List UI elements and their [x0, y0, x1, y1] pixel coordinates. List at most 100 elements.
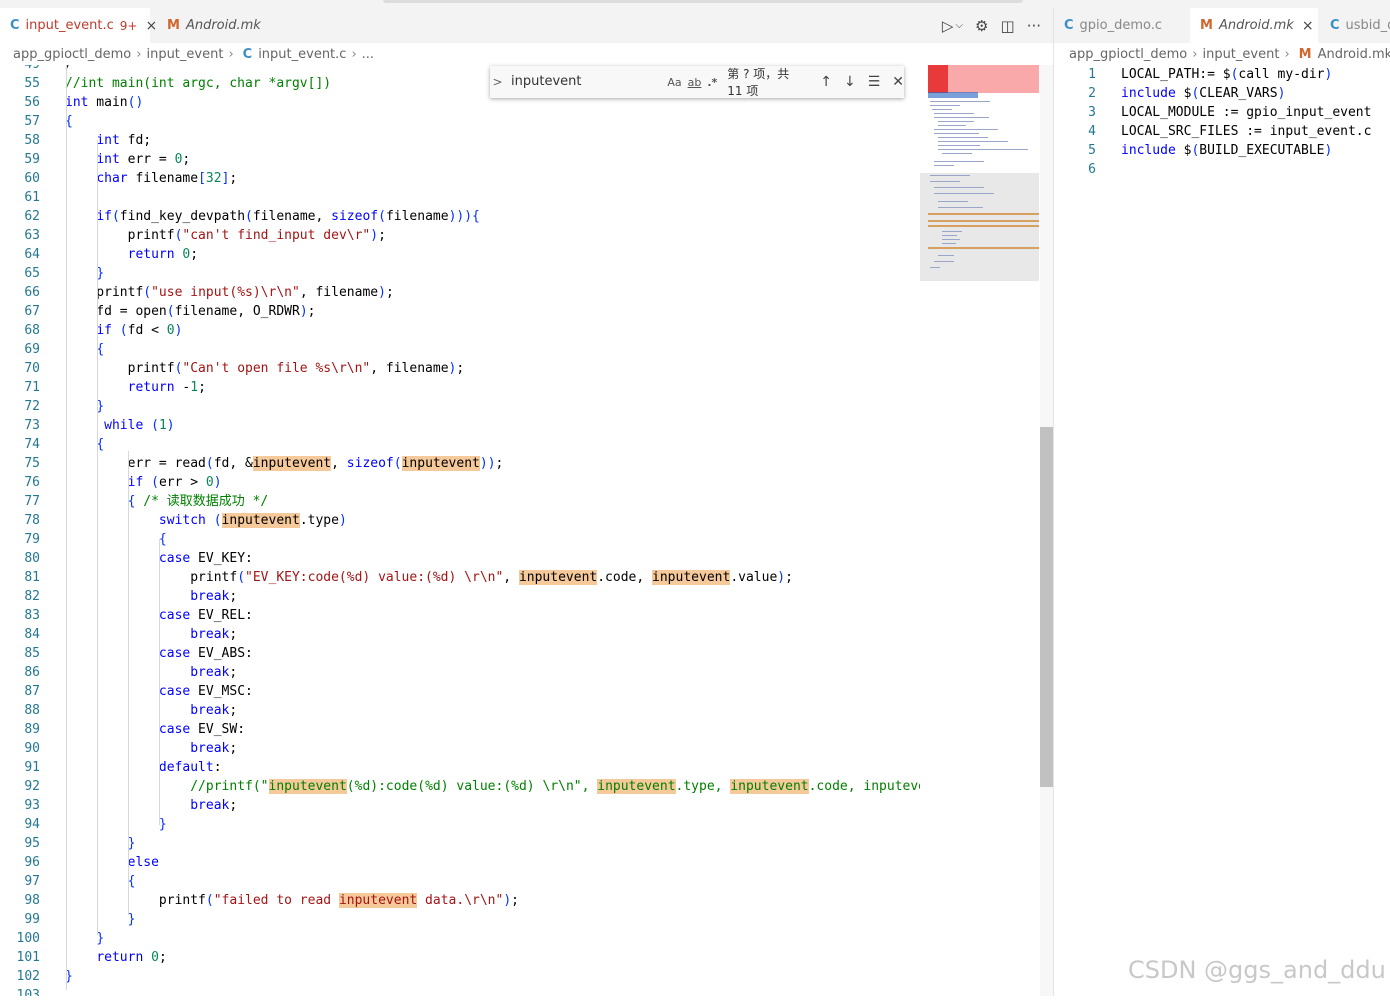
code-text: printf("failed to read inputevent data.\… [65, 893, 519, 908]
close-icon[interactable]: ✕ [892, 74, 904, 90]
breadcrumb-file[interactable]: input_event.c [258, 47, 346, 62]
more-actions-icon[interactable]: ··· [1027, 17, 1041, 35]
left-tab-bar: C input_event.c 9+ × M Android.mk ▷ ⌵ ⚙ … [0, 8, 1053, 43]
tab-android-mk[interactable]: M Android.mk [157, 8, 277, 43]
code-line[interactable]: 1 LOCAL_PATH:= $(call my-dir) [1054, 65, 1390, 84]
code-line[interactable]: 97 { [0, 872, 920, 891]
code-line[interactable]: 4 LOCAL_SRC_FILES := input_event.c [1054, 122, 1390, 141]
code-line[interactable]: 94 } [0, 815, 920, 834]
breadcrumb-folder[interactable]: app_gpioctl_demo [1069, 47, 1187, 62]
code-line[interactable]: 90 break; [0, 739, 920, 758]
code-text: { [96, 437, 105, 452]
breadcrumb-subfolder[interactable]: input_event [1202, 47, 1279, 62]
code-line[interactable]: 69 { [0, 340, 920, 359]
line-number: 75 [24, 456, 40, 471]
code-line[interactable]: 101 return 0; [0, 948, 920, 967]
code-line[interactable]: 103 [0, 986, 920, 996]
code-line[interactable]: 99 } [0, 910, 920, 929]
run-icon[interactable]: ▷ [942, 17, 954, 35]
code-line[interactable]: 82 break; [0, 587, 920, 606]
code-line[interactable]: 100 } [0, 929, 920, 948]
code-line[interactable]: 6 [1054, 160, 1390, 179]
line-number: 56 [24, 95, 40, 110]
code-line[interactable]: 93 break; [0, 796, 920, 815]
code-line[interactable]: 57{ [0, 112, 920, 131]
close-icon[interactable]: × [146, 18, 158, 34]
code-line[interactable]: 60 char filename[32]; [0, 169, 920, 188]
breadcrumb-file[interactable]: Android.mk [1318, 47, 1390, 62]
code-line[interactable]: 77 { /* 读取数据成功 */ [0, 492, 920, 511]
code-line[interactable]: 59 int err = 0; [0, 150, 920, 169]
code-line[interactable]: 3 LOCAL_MODULE := gpio_input_event [1054, 103, 1390, 122]
line-number: 92 [24, 779, 40, 794]
scrollbar-thumb[interactable] [1040, 427, 1053, 787]
code-line[interactable]: 63 printf("can't find_input dev\r"); [0, 226, 920, 245]
code-line[interactable]: 65 } [0, 264, 920, 283]
tab-usbid[interactable]: C usbid_d [1320, 8, 1390, 43]
code-line[interactable]: 74 { [0, 435, 920, 454]
tab-input-event-c[interactable]: C input_event.c 9+ × [0, 8, 157, 43]
code-line[interactable]: 86 break; [0, 663, 920, 682]
code-line[interactable]: 5 include $(BUILD_EXECUTABLE) [1054, 141, 1390, 160]
code-editor-right[interactable]: 1 LOCAL_PATH:= $(call my-dir) 2 include $(C… [1054, 65, 1390, 996]
code-line[interactable]: 87 case EV_MSC: [0, 682, 920, 701]
find-in-selection-icon[interactable]: ☰ [868, 74, 881, 90]
watermark: CSDN @ggs_and_ddu [1128, 956, 1386, 984]
code-line[interactable]: 67 fd = open(filename, O_RDWR); [0, 302, 920, 321]
code-line[interactable]: 98 printf("failed to read inputevent dat… [0, 891, 920, 910]
code-line[interactable]: 72 } [0, 397, 920, 416]
code-line[interactable]: 64 return 0; [0, 245, 920, 264]
code-line[interactable]: 78 switch (inputevent.type) [0, 511, 920, 530]
tab-gpio-demo-c[interactable]: C gpio_demo.c [1054, 8, 1186, 43]
find-input[interactable]: inputevent [511, 71, 661, 93]
code-line[interactable]: 76 if (err > 0) [0, 473, 920, 492]
code-line[interactable]: 83 case EV_REL: [0, 606, 920, 625]
code-line[interactable]: 71 return -1; [0, 378, 920, 397]
minimap[interactable] [920, 65, 1053, 996]
breadcrumb-folder[interactable]: app_gpioctl_demo [13, 47, 131, 62]
previous-match-icon[interactable]: ↑ [820, 74, 832, 90]
code-editor-left[interactable]: 49/55//int main(int argc, char *argv[])5… [0, 65, 920, 996]
code-text: { [96, 342, 105, 357]
gear-icon[interactable]: ⚙ [975, 17, 988, 35]
code-line[interactable]: 84 break; [0, 625, 920, 644]
breadcrumb-symbol[interactable]: ... [362, 47, 374, 62]
code-line[interactable]: 92 //printf("inputevent(%d):code(%d) val… [0, 777, 920, 796]
next-match-icon[interactable]: ↓ [844, 74, 856, 90]
line-number: 74 [24, 437, 40, 452]
code-line[interactable]: 73 while (1) [0, 416, 920, 435]
code-line[interactable]: 80 case EV_KEY: [0, 549, 920, 568]
code-line[interactable]: 2 include $(CLEAR_VARS) [1054, 84, 1390, 103]
code-line[interactable]: 75 err = read(fd, &inputevent, sizeof(in… [0, 454, 920, 473]
code-line[interactable]: 96 else [0, 853, 920, 872]
code-line[interactable]: 85 case EV_ABS: [0, 644, 920, 663]
line-number: 91 [24, 760, 40, 775]
code-line[interactable]: 70 printf("Can't open file %s\r\n", file… [0, 359, 920, 378]
vertical-scrollbar[interactable] [1040, 65, 1053, 996]
chevron-down-icon[interactable]: ⌵ [955, 20, 963, 31]
line-number: 69 [24, 342, 40, 357]
line-number: 89 [24, 722, 40, 737]
code-text: if (fd < 0) [96, 323, 183, 338]
close-icon[interactable]: × [1302, 18, 1314, 34]
code-line[interactable]: 79 { [0, 530, 920, 549]
code-line[interactable]: 62 if(find_key_devpath(filename, sizeof(… [0, 207, 920, 226]
code-line[interactable]: 91 default: [0, 758, 920, 777]
code-line[interactable]: 68 if (fd < 0) [0, 321, 920, 340]
code-line[interactable]: 89 case EV_SW: [0, 720, 920, 739]
code-line[interactable]: 61 [0, 188, 920, 207]
code-line[interactable]: 95 } [0, 834, 920, 853]
code-line[interactable]: 81 printf("EV_KEY:code(%d) value:(%d) \r… [0, 568, 920, 587]
split-editor-icon[interactable]: ◫ [1001, 17, 1015, 35]
breadcrumb-subfolder[interactable]: input_event [146, 47, 223, 62]
whole-word-icon[interactable]: ab [688, 76, 702, 89]
command-center[interactable] [383, 0, 1023, 3]
code-line[interactable]: 88 break; [0, 701, 920, 720]
code-line[interactable]: 102} [0, 967, 920, 986]
code-line[interactable]: 58 int fd; [0, 131, 920, 150]
toggle-replace-icon[interactable]: > [490, 75, 505, 89]
tab-android-mk-right[interactable]: M Android.mk × [1190, 8, 1318, 43]
code-line[interactable]: 66 printf("use input(%s)\r\n", filename)… [0, 283, 920, 302]
match-case-icon[interactable]: Aa [667, 76, 681, 89]
regex-icon[interactable]: .* [707, 76, 717, 89]
